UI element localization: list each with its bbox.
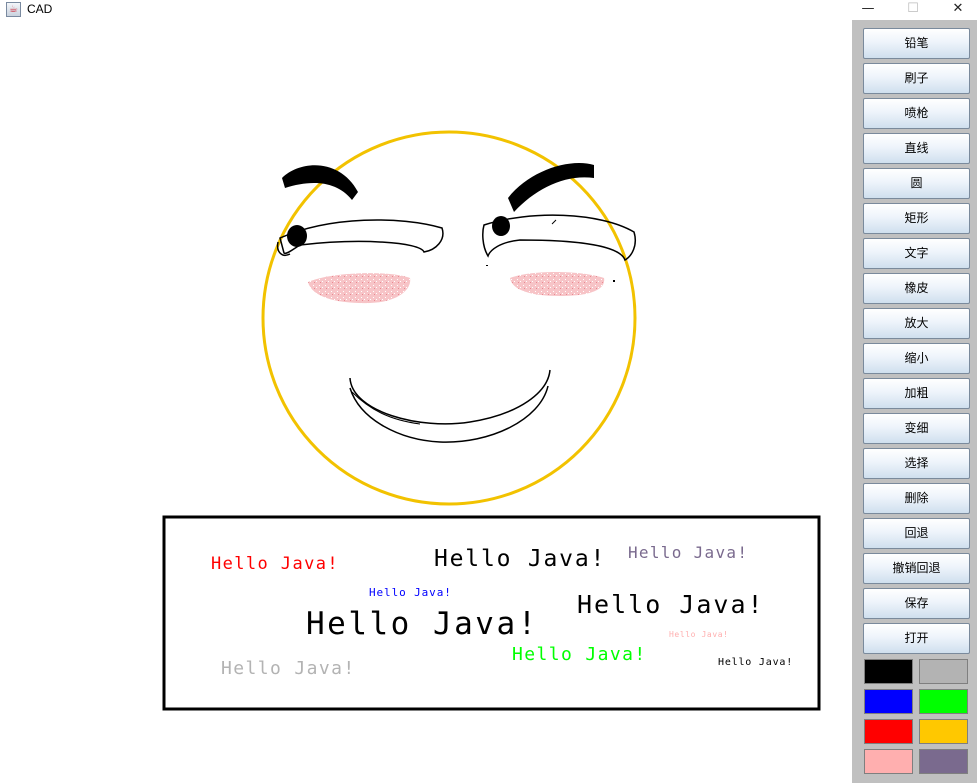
color-swatch-black[interactable] [864,659,913,684]
tool-button-line[interactable]: 直线 [863,133,970,164]
tool-button-save[interactable]: 保存 [863,588,970,619]
tool-button-thin[interactable]: 变细 [863,413,970,444]
nose-dot [486,265,488,266]
tool-button-open[interactable]: 打开 [863,623,970,654]
drawing-canvas[interactable]: Hello Java! Hello Java! Hello Java! Hello J… [0,20,852,783]
cheek-dot [613,280,615,282]
color-swatch-purple[interactable] [919,749,968,774]
right-blush [510,272,605,296]
color-swatch-pink[interactable] [864,749,913,774]
tool-button-undo[interactable]: 回退 [863,518,970,549]
tool-button-eraser[interactable]: 橡皮 [863,273,970,304]
color-swatch-red[interactable] [864,719,913,744]
canvas-text-3: Hello Java! [628,543,748,562]
canvas-text-4: Hello Java! [369,586,452,599]
tool-button-circle[interactable]: 圆 [863,168,970,199]
left-eyebrow [282,165,358,200]
left-blush [308,273,411,304]
mouth-outer [349,369,551,425]
tool-button-zoom-in[interactable]: 放大 [863,308,970,339]
left-pupil [287,225,307,247]
face-circle [261,130,637,506]
tool-button-thicken[interactable]: 加粗 [863,378,970,409]
tool-panel: 铅笔刷子喷枪直线圆矩形文字橡皮放大缩小加粗变细选择删除回退撤销回退保存打开 [852,20,977,783]
tool-button-pencil[interactable]: 铅笔 [863,28,970,59]
title-bar: ☕ CAD — ☐ ✕ [0,0,977,20]
tool-button-redo[interactable]: 撤销回退 [863,553,970,584]
canvas-drawing: Hello Java! Hello Java! Hello Java!Hello J… [162,130,821,711]
tool-button-rect[interactable]: 矩形 [863,203,970,234]
canvas-text-1: Hello Java! [211,554,339,574]
color-swatch-gray[interactable] [919,659,968,684]
minimize-button[interactable]: — [845,0,891,20]
mouth-lip [351,391,421,425]
right-eye-mark [551,219,557,225]
maximize-button[interactable]: ☐ [890,0,936,20]
text-layer: Hello Java! Hello Java! Hello Java!Hello J… [211,543,793,679]
tool-button-select[interactable]: 选择 [863,448,970,479]
color-swatch-green[interactable] [919,689,968,714]
right-pupil [492,216,510,236]
tool-button-brush[interactable]: 刷子 [863,63,970,94]
color-swatch-yellow[interactable] [919,719,968,744]
tool-button-zoom-out[interactable]: 缩小 [863,343,970,374]
tool-button-text[interactable]: 文字 [863,238,970,269]
canvas-text-7: Hello Java! [669,630,729,639]
java-app-icon: ☕ [6,2,21,17]
close-button[interactable]: ✕ [935,0,977,20]
canvas-text-2: Hello Java! [434,546,606,572]
canvas-text-8: Hello Java! [512,644,647,665]
tool-button-spray[interactable]: 喷枪 [863,98,970,129]
mouth-inner [349,385,549,443]
canvas-text-9: Hello Java! [221,658,356,679]
window-title: CAD [27,2,53,16]
color-swatch-blue[interactable] [864,689,913,714]
canvas-text-6: Hello Java! [577,590,765,619]
tool-button-delete[interactable]: 删除 [863,483,970,514]
canvas-text-10: Hello Java! [718,657,793,668]
canvas-text-5: Hello Java! [306,606,539,642]
